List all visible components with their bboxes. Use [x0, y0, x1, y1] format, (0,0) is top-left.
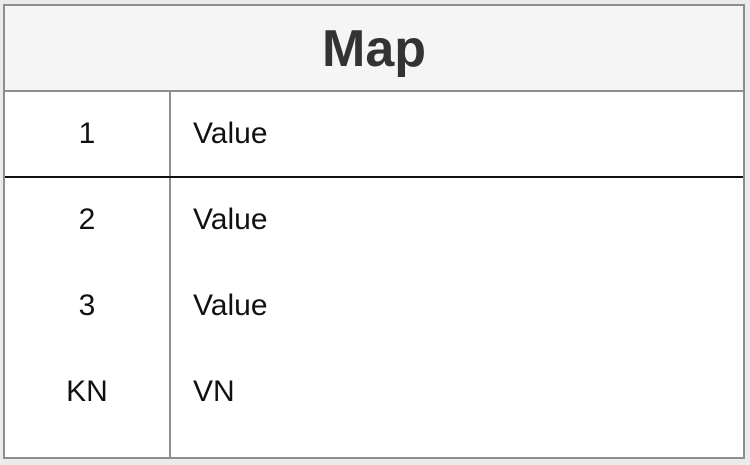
row-key: 1	[78, 117, 96, 150]
table-row: KN VN	[5, 350, 743, 436]
table-row: 1 Value	[5, 92, 743, 178]
map-table: Map 1 Value 2 Value 3 Value KN VN	[3, 4, 745, 459]
map-body: 1 Value 2 Value 3 Value KN VN	[5, 92, 743, 457]
row-key: 3	[78, 289, 96, 322]
table-row: 3 Value	[5, 264, 743, 350]
row-value: Value	[193, 117, 268, 150]
row-value: Value	[193, 203, 268, 236]
map-title: Map	[322, 20, 426, 78]
row-key: 2	[78, 203, 96, 236]
row-value: VN	[193, 375, 235, 408]
row-value: Value	[193, 289, 268, 322]
table-row: 2 Value	[5, 178, 743, 264]
row-key: KN	[66, 375, 108, 408]
map-header: Map	[5, 6, 743, 92]
